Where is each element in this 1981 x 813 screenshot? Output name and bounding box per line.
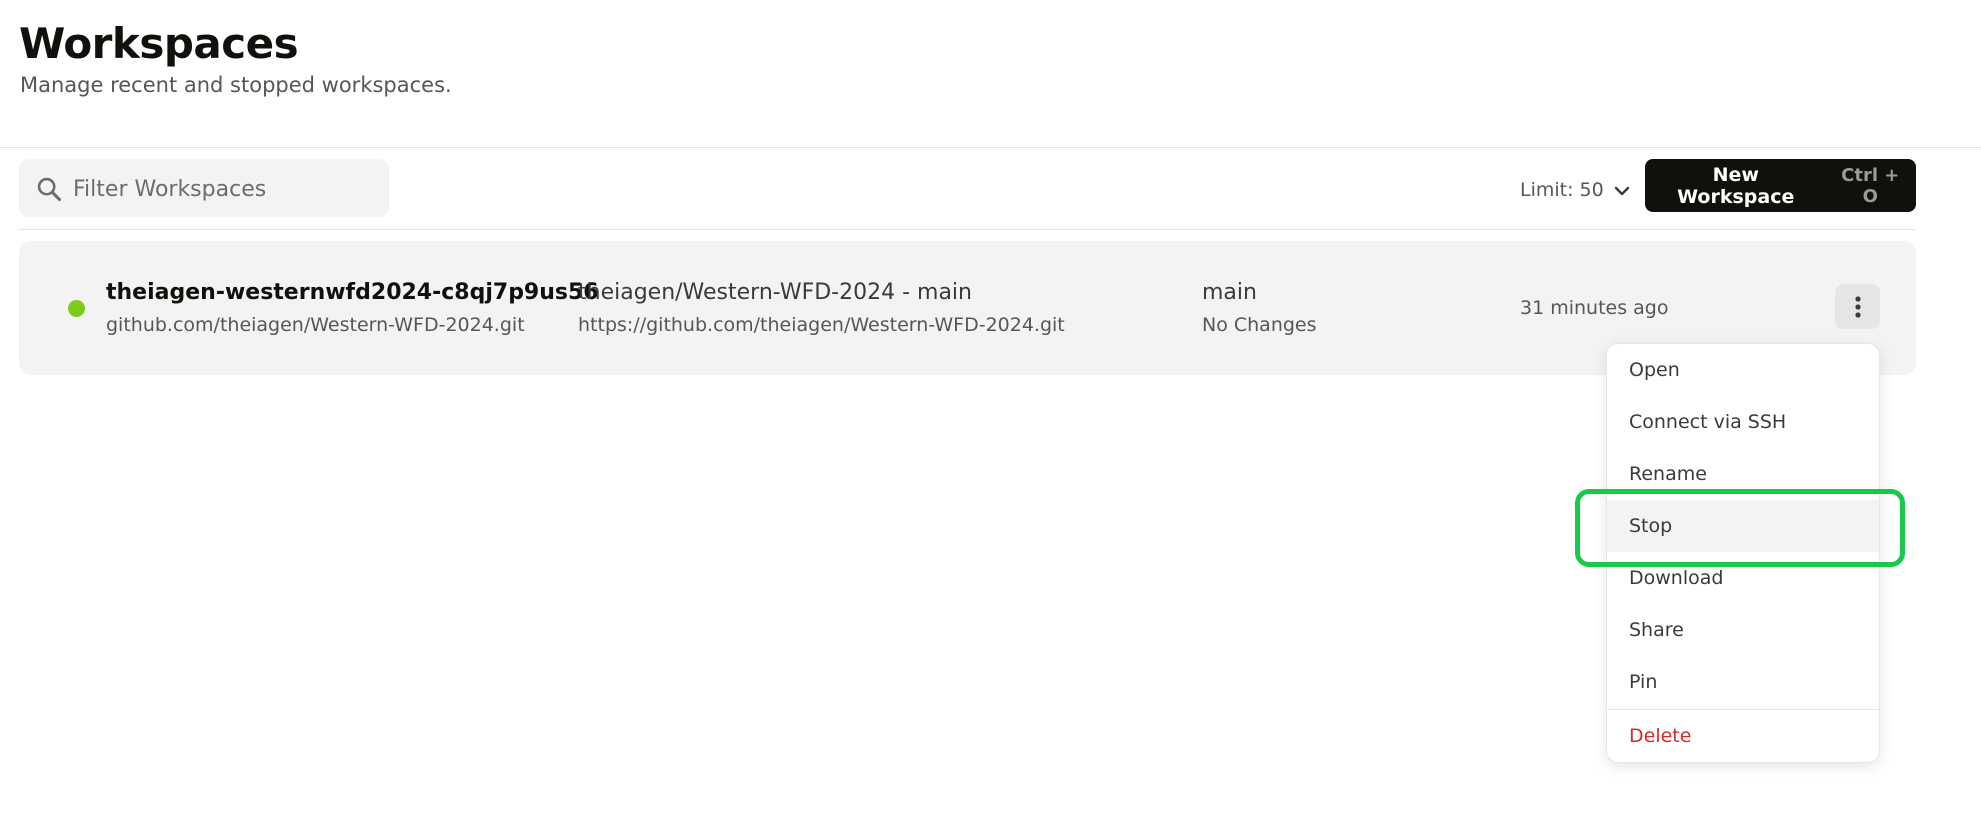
- filter-workspaces-input[interactable]: [71, 159, 385, 219]
- new-workspace-label: New Workspace: [1677, 163, 1795, 208]
- workspace-more-button[interactable]: [1835, 284, 1880, 329]
- workspaces-page: Workspaces Manage recent and stopped wor…: [0, 0, 1981, 813]
- workspace-name[interactable]: theiagen-westernwfd2024-c8qj7p9us56: [106, 280, 599, 305]
- workspace-branch: main: [1202, 280, 1257, 305]
- menu-item-download[interactable]: Download: [1607, 552, 1879, 604]
- workspace-context-url: https://github.com/theiagen/Western-WFD-…: [578, 314, 1065, 336]
- header-divider: [0, 147, 1981, 148]
- menu-item-pin[interactable]: Pin: [1607, 656, 1879, 708]
- workspace-repo-url: github.com/theiagen/Western-WFD-2024.git: [106, 314, 525, 336]
- limit-select[interactable]: Limit: 50: [1520, 172, 1632, 208]
- limit-label: Limit: 50: [1520, 179, 1604, 201]
- workspace-context: theiagen/Western-WFD-2024 - main: [578, 280, 972, 305]
- page-subtitle: Manage recent and stopped workspaces.: [20, 73, 452, 97]
- page-title: Workspaces: [19, 19, 299, 68]
- menu-item-connect-via-ssh[interactable]: Connect via SSH: [1607, 396, 1879, 448]
- menu-item-delete[interactable]: Delete: [1607, 710, 1879, 762]
- status-running-icon: [68, 300, 85, 317]
- workspace-changes: No Changes: [1202, 314, 1317, 336]
- menu-item-stop[interactable]: Stop: [1607, 500, 1879, 552]
- workspace-context-menu: Open Connect via SSH Rename Stop Downloa…: [1606, 343, 1880, 763]
- menu-item-open[interactable]: Open: [1607, 344, 1879, 396]
- vertical-ellipsis-icon: [1854, 295, 1861, 318]
- new-workspace-button[interactable]: New Workspace Ctrl + O: [1645, 159, 1916, 212]
- search-icon: [37, 177, 62, 202]
- toolbar-divider: [19, 229, 1916, 230]
- menu-item-rename[interactable]: Rename: [1607, 448, 1879, 500]
- workspace-last-active: 31 minutes ago: [1520, 297, 1669, 319]
- chevron-down-icon: [1614, 186, 1629, 196]
- filter-box[interactable]: [19, 159, 389, 219]
- menu-item-share[interactable]: Share: [1607, 604, 1879, 656]
- new-workspace-shortcut: Ctrl + O: [1841, 164, 1900, 207]
